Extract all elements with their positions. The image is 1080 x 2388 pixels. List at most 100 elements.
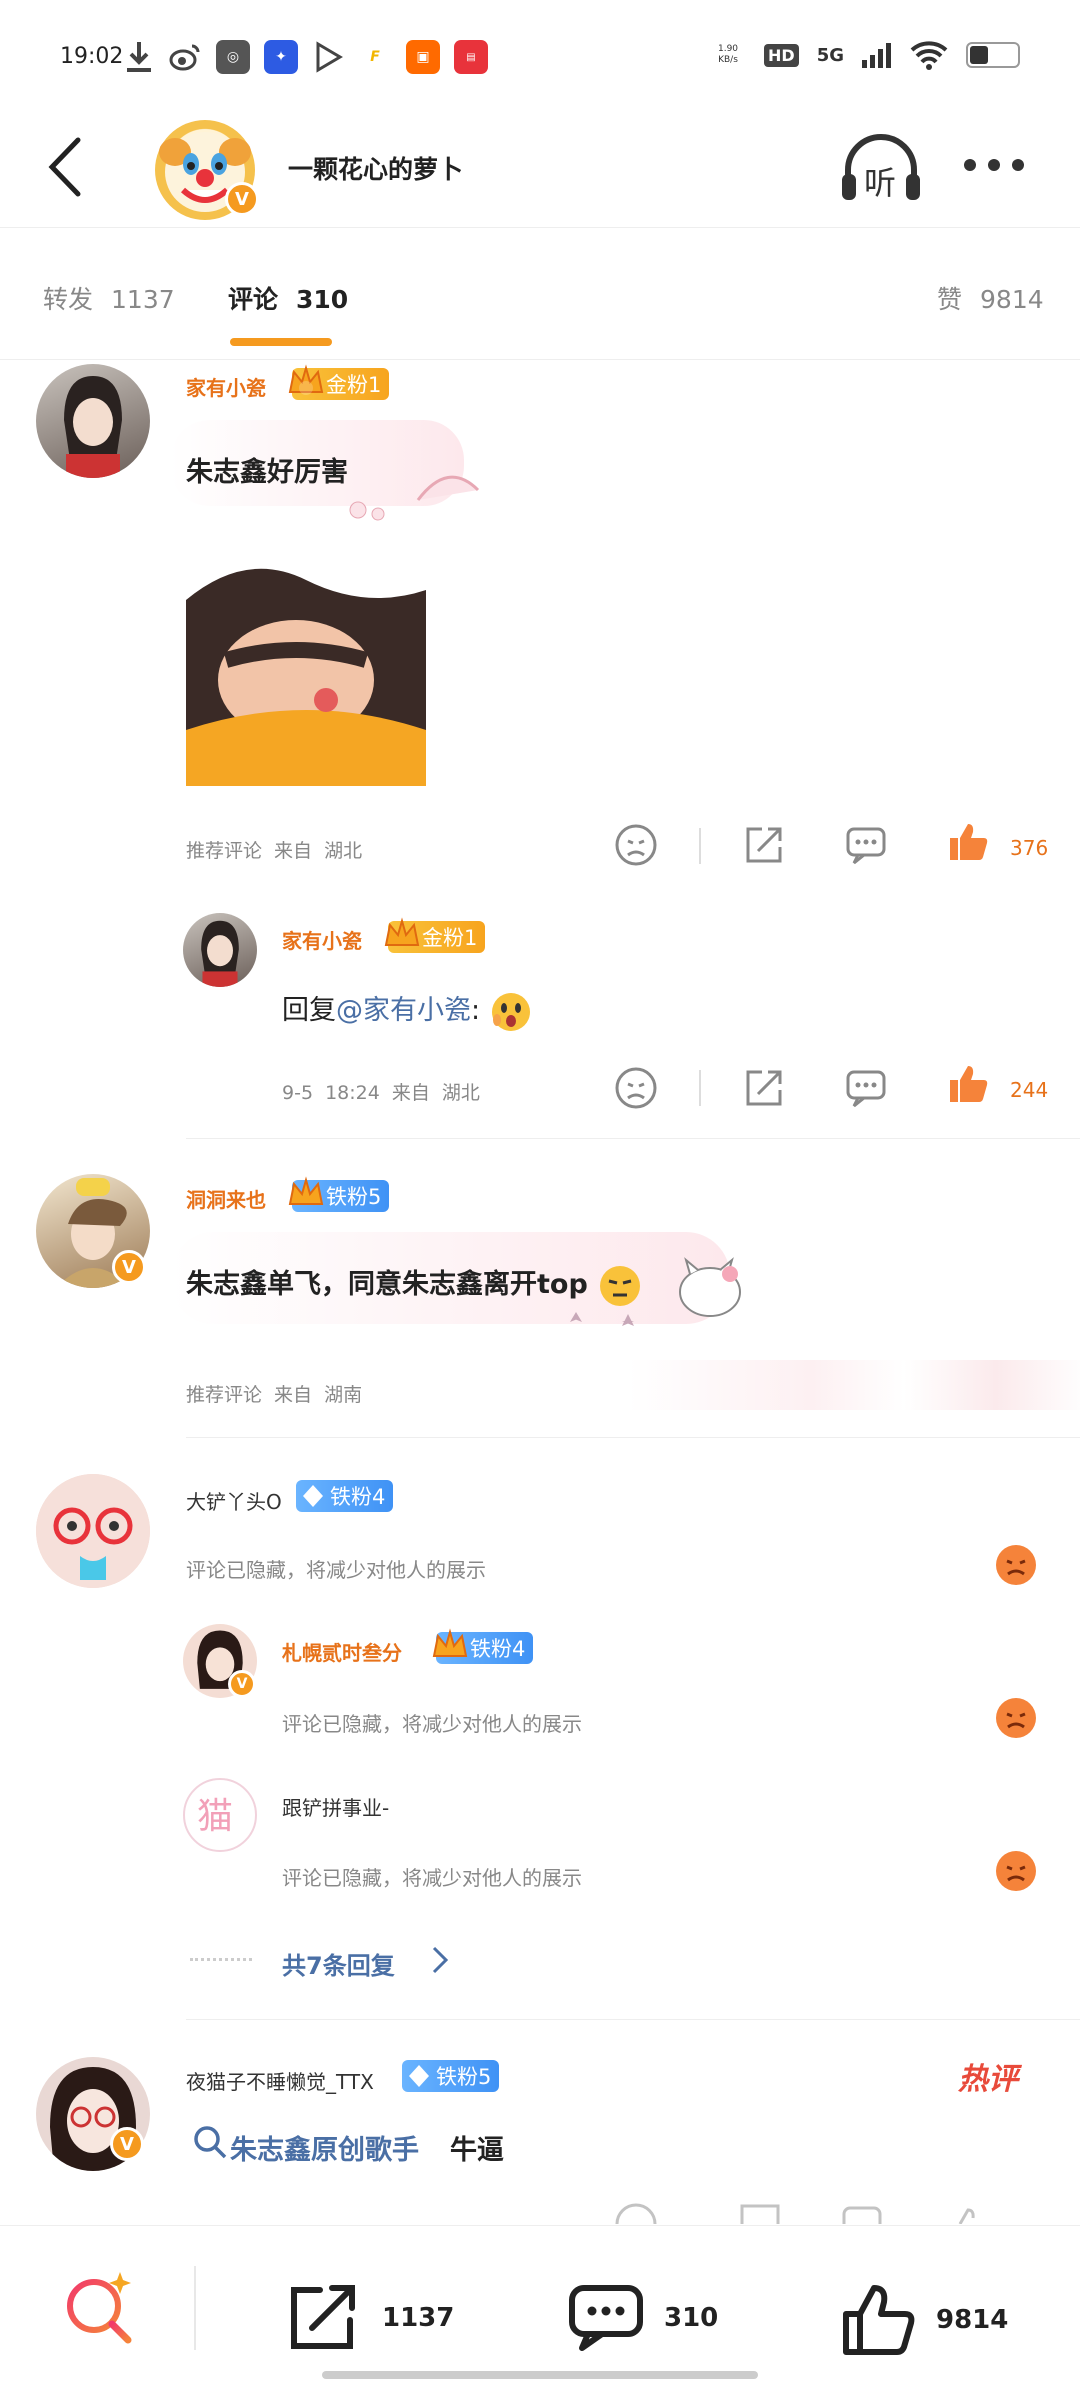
crown-icon bbox=[288, 364, 324, 395]
status-bar: 19:02 ◎ ✦ F ▣ ▤ 1.90 KB/s HD 5G bbox=[0, 0, 1080, 110]
ai-search-icon[interactable] bbox=[60, 2266, 140, 2346]
tab-repost[interactable]: 转发 1137 bbox=[43, 280, 175, 316]
action-separator bbox=[699, 828, 701, 864]
bottom-action-bar: 1137 310 9814 bbox=[0, 2225, 1080, 2388]
diamond-icon bbox=[409, 2065, 429, 2087]
umbrella-decoration-icon bbox=[349, 475, 480, 521]
search-topic-link[interactable]: 朱志鑫原创歌手 bbox=[230, 2128, 419, 2167]
reply-text: 回复@家有小瓷: bbox=[282, 988, 533, 1034]
chevron-right-icon[interactable] bbox=[430, 1944, 450, 1976]
fan-badge-label: 金粉1 bbox=[326, 373, 382, 397]
like-count: 376 bbox=[1010, 836, 1049, 860]
app-icon-5: ▤ bbox=[454, 40, 488, 74]
crown-icon bbox=[432, 1628, 468, 1657]
reply-avatar[interactable] bbox=[183, 913, 257, 987]
home-indicator[interactable] bbox=[322, 2371, 758, 2379]
crown-icon bbox=[384, 917, 420, 946]
thumbs-up-icon bbox=[843, 2285, 915, 2355]
fan-badge: 金粉1 bbox=[384, 917, 486, 953]
app-icon-1: ◎ bbox=[216, 40, 250, 74]
comment-divider bbox=[186, 2019, 1080, 2020]
comment-username[interactable]: 家有小瓷 bbox=[186, 372, 266, 401]
app-icon-4: ▣ bbox=[406, 40, 440, 74]
fan-badge-label: 金粉1 bbox=[422, 926, 478, 950]
repost-icon bbox=[291, 2285, 355, 2349]
hot-comment-tag: 热评 bbox=[958, 2062, 1018, 2097]
reply-avatar[interactable]: 猫 bbox=[183, 1778, 257, 1852]
battery-icon bbox=[966, 42, 1020, 68]
app-icon-2: ✦ bbox=[264, 40, 298, 74]
signal-label: 5G bbox=[816, 44, 844, 66]
share-icon[interactable] bbox=[742, 1066, 786, 1110]
comment-avatar[interactable] bbox=[36, 364, 150, 478]
verified-icon: V bbox=[112, 1250, 146, 1284]
wifi-icon bbox=[910, 41, 948, 70]
author-name[interactable]: 一颗花心的萝卜 bbox=[288, 150, 463, 186]
fan-badge-label: 铁粉4 bbox=[330, 1485, 386, 1509]
hidden-comment-text: 评论已隐藏，将减少对他人的展示 bbox=[282, 1866, 582, 1890]
reply-username[interactable]: 家有小瓷 bbox=[282, 925, 362, 954]
comment-divider bbox=[186, 1437, 1080, 1438]
more-replies-dots bbox=[190, 1958, 252, 1961]
comment-sticker-image[interactable] bbox=[186, 560, 426, 786]
bottom-bar-separator bbox=[194, 2266, 196, 2350]
fan-badge: 铁粉5 bbox=[288, 1176, 390, 1212]
listen-button[interactable]: 听 bbox=[838, 128, 924, 208]
signal-icon bbox=[862, 43, 891, 68]
reply-icon[interactable] bbox=[844, 1066, 888, 1110]
comment-avatar[interactable] bbox=[36, 1474, 150, 1588]
fan-badge: 铁粉4 bbox=[432, 1628, 534, 1664]
reply-mention-link[interactable]: @家有小瓷 bbox=[336, 995, 471, 1026]
fan-badge-label: 铁粉5 bbox=[436, 2065, 492, 2089]
comment-meta: 推荐评论 来自 湖北 bbox=[186, 840, 363, 862]
app-icon-3: F bbox=[358, 40, 392, 74]
dislike-icon[interactable] bbox=[614, 1066, 658, 1110]
share-icon[interactable] bbox=[742, 823, 786, 867]
weibo-icon bbox=[169, 44, 200, 71]
svg-text:猫: 猫 bbox=[197, 1796, 233, 1837]
like-count: 9814 bbox=[936, 2305, 1009, 2335]
repost-button[interactable]: 1137 bbox=[286, 2282, 454, 2354]
dislike-icon[interactable] bbox=[614, 823, 658, 867]
comment-username[interactable]: 洞洞来也 bbox=[186, 1184, 266, 1213]
back-icon[interactable] bbox=[40, 132, 90, 202]
network-speed: 1.90 KB/s bbox=[717, 44, 739, 65]
like-icon[interactable] bbox=[946, 820, 990, 864]
sad-icon[interactable] bbox=[995, 1850, 1037, 1892]
comment-text: 朱志鑫好厉害 bbox=[186, 457, 348, 488]
more-icon[interactable] bbox=[964, 150, 1030, 180]
sad-icon[interactable] bbox=[995, 1544, 1037, 1586]
verified-icon: V bbox=[228, 1670, 256, 1698]
cartoon-sticker-icon bbox=[186, 560, 426, 786]
author-avatar[interactable]: V bbox=[155, 120, 259, 220]
verified-icon: V bbox=[225, 182, 259, 216]
partially-hidden-actions bbox=[600, 2200, 1060, 2224]
reply-username[interactable]: 跟铲拼事业- bbox=[282, 1792, 389, 1821]
comment-icon bbox=[569, 2285, 643, 2351]
fan-badge-label: 铁粉4 bbox=[470, 1637, 526, 1661]
tab-comments-label: 评论 bbox=[228, 285, 279, 314]
hd-badge: HD bbox=[764, 43, 799, 67]
like-button[interactable]: 9814 bbox=[840, 2282, 1008, 2358]
more-replies-link[interactable]: 共7条回复 bbox=[282, 1946, 395, 1981]
comment-username[interactable]: 夜猫子不睡懒觉_TTX bbox=[186, 2066, 374, 2095]
reply-username[interactable]: 札幌贰时叁分 bbox=[282, 1637, 402, 1666]
like-icon[interactable] bbox=[946, 1062, 990, 1106]
tab-comments[interactable]: 评论 310 bbox=[228, 280, 348, 316]
reply-icon[interactable] bbox=[844, 823, 888, 867]
tab-repost-label: 转发 bbox=[43, 285, 94, 314]
active-tab-indicator bbox=[230, 338, 332, 346]
repost-count: 1137 bbox=[382, 2303, 455, 2333]
like-count: 244 bbox=[1010, 1078, 1049, 1102]
top-header: V 一颗花心的萝卜 听 bbox=[0, 110, 1080, 228]
tab-likes[interactable]: 赞 9814 bbox=[937, 280, 1044, 316]
sad-icon[interactable] bbox=[995, 1697, 1037, 1739]
tab-comments-count: 310 bbox=[296, 285, 349, 314]
comment-button[interactable]: 310 bbox=[568, 2282, 718, 2354]
comment-username[interactable]: 大铲丫头O bbox=[186, 1486, 282, 1515]
hidden-comment-text: 评论已隐藏，将减少对他人的展示 bbox=[186, 1558, 486, 1582]
fan-badge: 铁粉4 bbox=[296, 1480, 394, 1512]
comment-meta: 推荐评论 来自 湖南 bbox=[186, 1384, 363, 1406]
fan-badge-label: 铁粉5 bbox=[326, 1185, 382, 1209]
tab-repost-count: 1137 bbox=[111, 285, 175, 314]
